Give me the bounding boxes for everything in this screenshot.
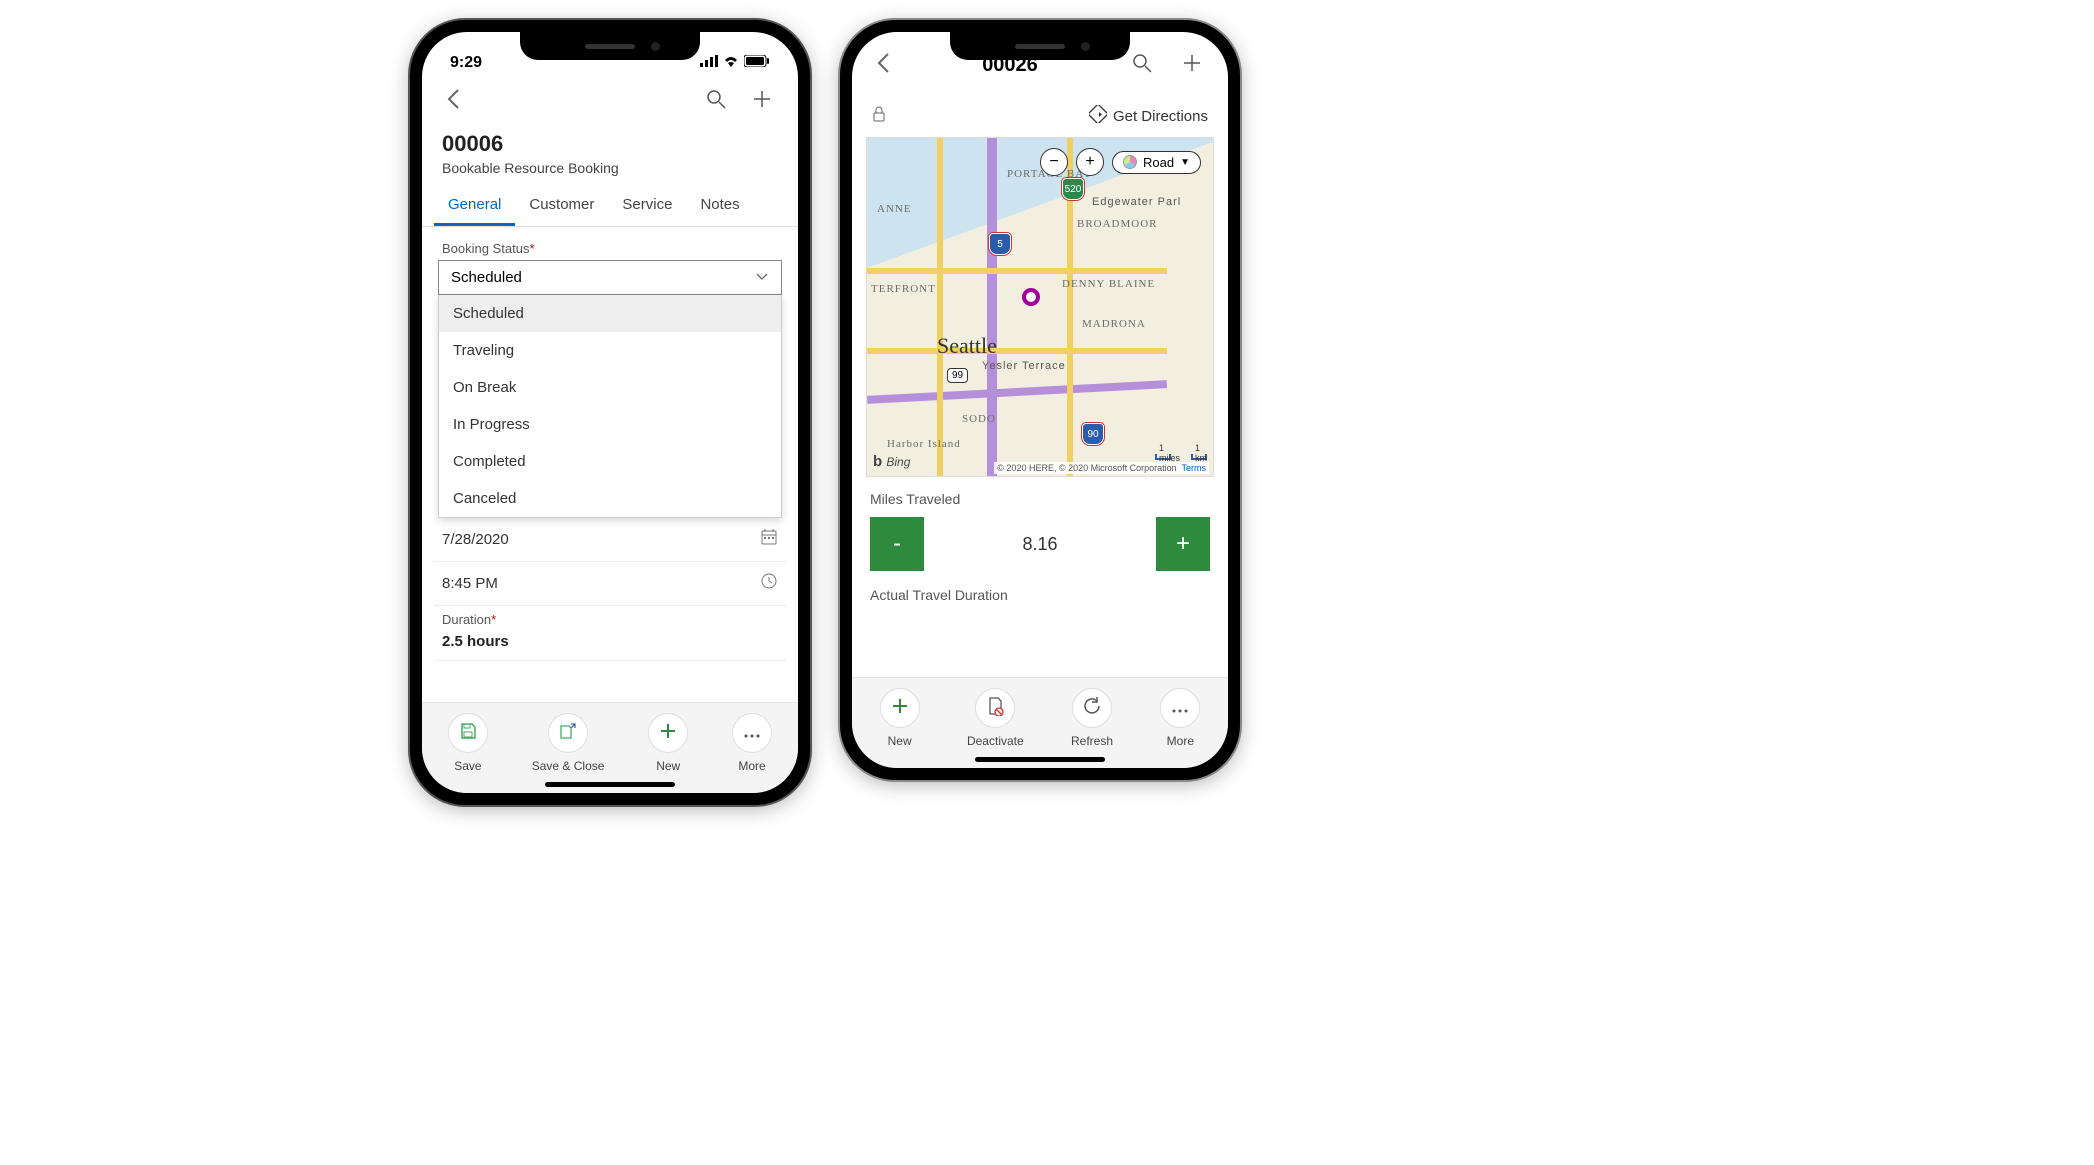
add-icon[interactable] [744,85,780,119]
phone-notch [950,32,1130,60]
action-bar: New Deactivate Refresh [852,677,1228,768]
refresh-button[interactable]: Refresh [1071,688,1113,748]
record-title: 00006 [442,131,778,157]
duration-value[interactable]: 2.5 hours [434,629,786,661]
chevron-down-icon [755,269,769,286]
route-shield: 99 [947,368,968,383]
phone-left: 9:29 [410,20,810,805]
layers-icon [1123,155,1137,169]
search-icon[interactable] [698,85,734,119]
booking-status-value: Scheduled [451,269,522,286]
booking-status-select[interactable]: Scheduled [438,260,782,295]
tab-bar: General Customer Service Notes [422,186,798,227]
wifi-icon [723,54,739,72]
map-zoom-in-button[interactable]: + [1076,148,1104,176]
time-value: 8:45 PM [442,575,498,592]
plus-icon [659,722,677,745]
search-icon[interactable] [1124,49,1160,83]
duration-label: Duration* [434,606,786,629]
get-directions-button[interactable]: Get Directions [1089,105,1208,127]
deactivate-button[interactable]: Deactivate [967,688,1024,748]
date-value: 7/28/2020 [442,531,509,548]
date-field[interactable]: 7/28/2020 [434,518,786,562]
increment-button[interactable]: + [1156,517,1210,571]
save-button[interactable]: Save [448,713,488,773]
map-label: Yesler Terrace [982,360,1066,372]
battery-icon [744,54,770,72]
save-icon [459,722,477,745]
status-option-canceled[interactable]: Canceled [439,480,781,517]
miles-traveled-value[interactable]: 8.16 [924,517,1156,571]
tab-general[interactable]: General [434,186,515,226]
map-zoom-out-button[interactable]: − [1040,148,1068,176]
map-scale: 1 miles 1 km [1155,454,1207,460]
actual-travel-duration-label: Actual Travel Duration [852,577,1228,603]
map-label: ANNE [877,203,912,215]
map-label: DENNY BLAINE [1062,278,1155,290]
back-button[interactable] [870,46,896,85]
record-subtitle: Bookable Resource Booking [442,160,778,176]
status-time: 9:29 [450,54,482,72]
tab-notes[interactable]: Notes [686,186,753,226]
map-city-label: Seattle [937,333,997,359]
refresh-icon [1083,697,1101,720]
booking-status-dropdown: Scheduled Traveling On Break In Progress… [438,295,782,518]
status-option-completed[interactable]: Completed [439,443,781,480]
map-marker-icon [1022,288,1040,306]
more-button[interactable]: More [732,713,772,773]
phone-notch [520,32,700,60]
new-button[interactable]: New [648,713,688,773]
time-field[interactable]: 8:45 PM [434,562,786,606]
status-option-traveling[interactable]: Traveling [439,332,781,369]
map-label: MADRONA [1082,318,1146,330]
booking-status-label: Booking Status* [434,241,786,256]
map-label: TERFRONT [871,283,936,295]
more-button[interactable]: More [1160,688,1200,748]
map-terms-link[interactable]: Terms [1182,463,1207,473]
add-icon[interactable] [1174,49,1210,83]
status-option-in-progress[interactable]: In Progress [439,406,781,443]
map-attribution: © 2020 HERE, © 2020 Microsoft Corporatio… [994,462,1209,474]
lock-icon [872,106,886,126]
new-button[interactable]: New [880,688,920,748]
map-label: Harbor Island [887,438,961,450]
map-label: BROADMOOR [1077,218,1158,230]
home-indicator[interactable] [975,757,1105,762]
highway-shield: 520 [1062,178,1084,200]
highway-shield: 5 [989,233,1011,255]
miles-traveled-label: Miles Traveled [870,491,1210,507]
clock-icon [760,572,778,595]
more-icon [743,723,761,744]
decrement-button[interactable]: - [870,517,924,571]
back-button[interactable] [440,82,466,121]
status-option-on-break[interactable]: On Break [439,369,781,406]
caret-down-icon: ▼ [1180,157,1190,168]
home-indicator[interactable] [545,782,675,787]
map-label: SODO [962,413,996,425]
deactivate-icon [986,696,1004,721]
calendar-icon [760,528,778,551]
tab-customer[interactable]: Customer [515,186,608,226]
status-option-scheduled[interactable]: Scheduled [439,295,781,332]
bing-logo: Bing [873,453,910,470]
map-view[interactable]: PORTAGE BAY BROADMOOR DENNY BLAINE MADRO… [866,137,1214,477]
plus-icon [891,697,909,720]
save-close-button[interactable]: Save & Close [532,713,605,773]
map-label: Edgewater Parl [1092,196,1181,208]
map-view-mode-select[interactable]: Road ▼ [1112,151,1201,174]
directions-icon [1089,105,1107,127]
more-icon [1171,698,1189,719]
tab-service[interactable]: Service [608,186,686,226]
highway-shield: 90 [1082,423,1104,445]
signal-icon [700,54,718,72]
save-close-icon [558,722,578,745]
phone-right: 00026 Get Dire [840,20,1240,780]
action-bar: Save Save & Close New [422,702,798,793]
